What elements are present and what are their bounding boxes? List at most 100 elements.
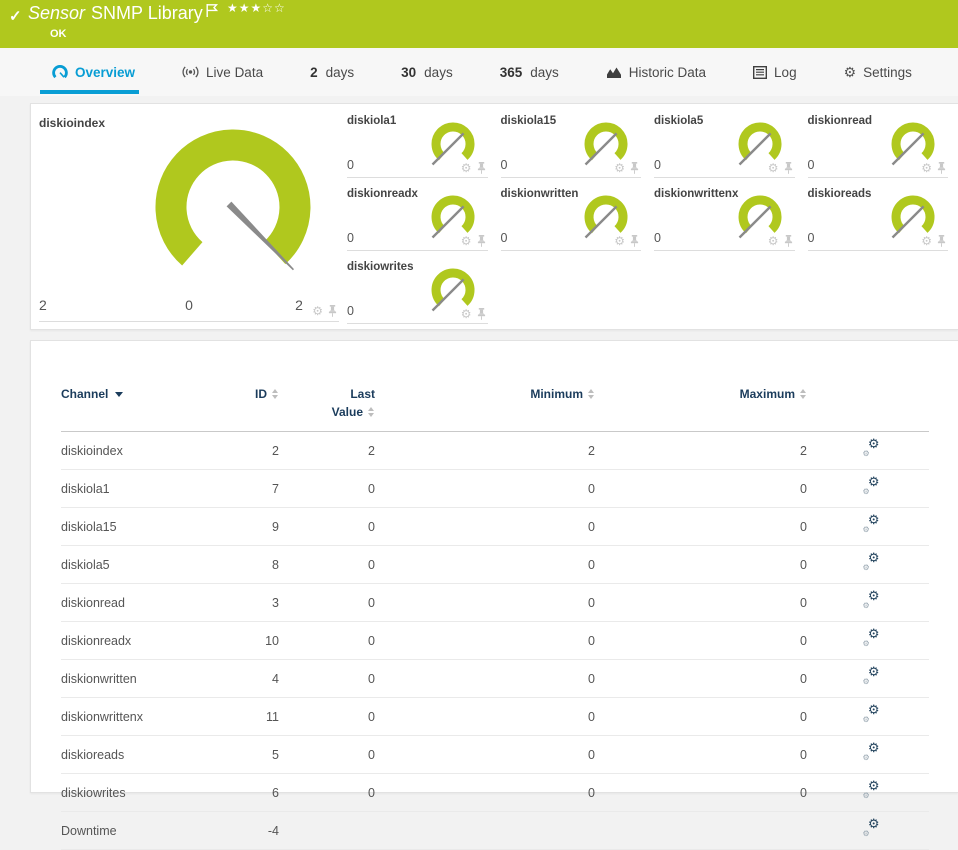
channel-settings-gears-icon[interactable]: ⚙ ⚙ [863,437,880,458]
tab-live-data[interactable]: Live Data [182,48,263,96]
column-header-channel[interactable]: Channel [61,385,251,432]
column-header-minimum[interactable]: Minimum [381,385,601,432]
gauge-widget-diskionwrittenx: diskionwrittenx 0 ⚙ [654,182,795,251]
gauge-settings-gear-icon[interactable]: ⚙ [461,308,472,320]
channel-settings-gears-icon[interactable]: ⚙ ⚙ [863,627,880,648]
column-header-last-value[interactable]: Last Value [285,385,381,432]
priority-flag-icon[interactable] [206,3,219,23]
column-header-id[interactable]: ID [251,385,285,432]
sensor-name: SNMP Library [91,3,203,23]
channel-settings-gears-icon[interactable]: ⚙ ⚙ [863,779,880,800]
gauge-pin-icon[interactable] [328,305,337,317]
channel-id-cell: 6 [251,773,285,812]
tab-historic-data[interactable]: Historic Data [606,48,706,96]
broadcast-icon [182,65,199,79]
tab-number: 30 [401,64,417,80]
table-row-diskioindex[interactable]: diskioindex 2 2 2 2 ⚙ ⚙ [61,431,929,470]
gauge-widget-diskiowrites: diskiowrites 0 ⚙ [347,255,488,324]
gauge-settings-gear-icon[interactable]: ⚙ [921,162,932,174]
gauge-settings-gear-icon[interactable]: ⚙ [461,235,472,247]
tab-2-days[interactable]: 2 days [310,48,354,96]
channel-minimum-cell [381,811,601,850]
channel-last-value-cell [285,811,381,850]
sensor-status-bar: ✓ Sensor SNMP Library ★★★☆☆ OK [0,0,958,48]
channel-minimum-cell: 0 [381,773,601,812]
gauge-settings-gear-icon[interactable]: ⚙ [921,235,932,247]
gauge-pin-icon[interactable] [477,235,486,247]
gauge-value: 0 [807,158,815,172]
gauge-settings-gear-icon[interactable]: ⚙ [768,162,779,174]
gauge-settings-gear-icon[interactable]: ⚙ [614,162,625,174]
channel-name-cell: diskionread [61,583,251,622]
channel-id-cell: 8 [251,545,285,584]
gauge-value: 0 [347,231,354,245]
channel-minimum-cell: 0 [381,735,601,774]
gauge-pin-icon[interactable] [784,235,793,247]
table-row-diskiola15[interactable]: diskiola15 9 0 0 0 ⚙ ⚙ [61,507,929,546]
table-row-diskiola5[interactable]: diskiola5 8 0 0 0 ⚙ ⚙ [61,545,929,584]
tab-365-days[interactable]: 365 days [500,48,559,96]
gauge-pin-icon[interactable] [477,308,486,320]
tab-label: Historic Data [628,64,707,80]
channel-name-cell: diskiola1 [61,469,251,508]
table-header-row: Channel ID Last Value Minimum Maximum [61,385,929,432]
channel-settings-gears-icon[interactable]: ⚙ ⚙ [863,551,880,572]
table-row-diskionread[interactable]: diskionread 3 0 0 0 ⚙ ⚙ [61,583,929,622]
channel-id-cell: 10 [251,621,285,660]
channel-id-cell: 5 [251,735,285,774]
column-header-maximum[interactable]: Maximum [601,385,813,432]
channel-maximum-cell: 0 [601,697,813,736]
tab-30-days[interactable]: 30 days [401,48,453,96]
table-row-diskiola1[interactable]: diskiola1 7 0 0 0 ⚙ ⚙ [61,469,929,508]
channel-last-value-cell: 0 [285,659,381,698]
channel-settings-gears-icon[interactable]: ⚙ ⚙ [863,665,880,686]
gauge-settings-gear-icon[interactable]: ⚙ [461,162,472,174]
area-chart-icon [606,66,622,79]
gauge-pin-icon[interactable] [937,235,946,247]
tab-label: days [325,64,355,80]
gauge-pin-icon[interactable] [477,162,486,174]
gauge-pin-icon[interactable] [630,162,639,174]
channel-maximum-cell: 0 [601,735,813,774]
channel-maximum-cell: 0 [601,773,813,812]
gauge-grid: diskiola1 0 ⚙ diskiola15 0 ⚙ diskiola5 0… [347,109,948,324]
tab-log[interactable]: Log [753,48,797,96]
sort-icon [800,389,807,399]
priority-stars[interactable]: ★★★☆☆ [227,1,286,15]
tab-label: Settings [863,64,912,80]
page-title: Sensor SNMP Library [28,3,203,24]
column-header-settings [813,385,929,432]
gauge-value: 0 [347,304,354,318]
gauge-pin-icon[interactable] [784,162,793,174]
channel-settings-gears-icon[interactable]: ⚙ ⚙ [863,513,880,534]
table-row-diskioreads[interactable]: diskioreads 5 0 0 0 ⚙ ⚙ [61,735,929,774]
sort-desc-icon [115,392,124,397]
gauge-settings-gear-icon[interactable]: ⚙ [312,305,323,317]
gauge-widget-diskioindex: diskioindex 0 2 2 ⚙ [39,109,339,322]
channel-settings-gears-icon[interactable]: ⚙ ⚙ [863,703,880,724]
gauge-widget-diskiola1: diskiola1 0 ⚙ [347,109,488,178]
channel-settings-gears-icon[interactable]: ⚙ ⚙ [863,817,880,838]
channel-settings-gears-icon[interactable]: ⚙ ⚙ [863,589,880,610]
channel-last-value-cell: 0 [285,621,381,660]
table-row-diskionwrittenx[interactable]: diskionwrittenx 11 0 0 0 ⚙ ⚙ [61,697,929,736]
sort-icon [368,407,375,417]
channel-settings-gears-icon[interactable]: ⚙ ⚙ [863,741,880,762]
channel-minimum-cell: 0 [381,469,601,508]
tab-label: Live Data [206,64,264,80]
table-row-diskionreadx[interactable]: diskionreadx 10 0 0 0 ⚙ ⚙ [61,621,929,660]
gauge-settings-gear-icon[interactable]: ⚙ [768,235,779,247]
table-row-diskionwritten[interactable]: diskionwritten 4 0 0 0 ⚙ ⚙ [61,659,929,698]
gauge-value: 0 [500,231,508,245]
channel-maximum-cell: 2 [601,431,813,470]
channel-name-cell: Downtime [61,811,251,850]
tab-settings[interactable]: ⚙ Settings [844,48,912,96]
table-row-downtime[interactable]: Downtime -4 ⚙ ⚙ [61,811,929,850]
gauge-pin-icon[interactable] [630,235,639,247]
channel-settings-gears-icon[interactable]: ⚙ ⚙ [863,475,880,496]
gauge-pin-icon[interactable] [937,162,946,174]
gauge-settings-gear-icon[interactable]: ⚙ [614,235,625,247]
table-row-diskiowrites[interactable]: diskiowrites 6 0 0 0 ⚙ ⚙ [61,773,929,812]
stars-filled: ★★★ [227,1,263,15]
tab-overview[interactable]: Overview [39,48,140,96]
